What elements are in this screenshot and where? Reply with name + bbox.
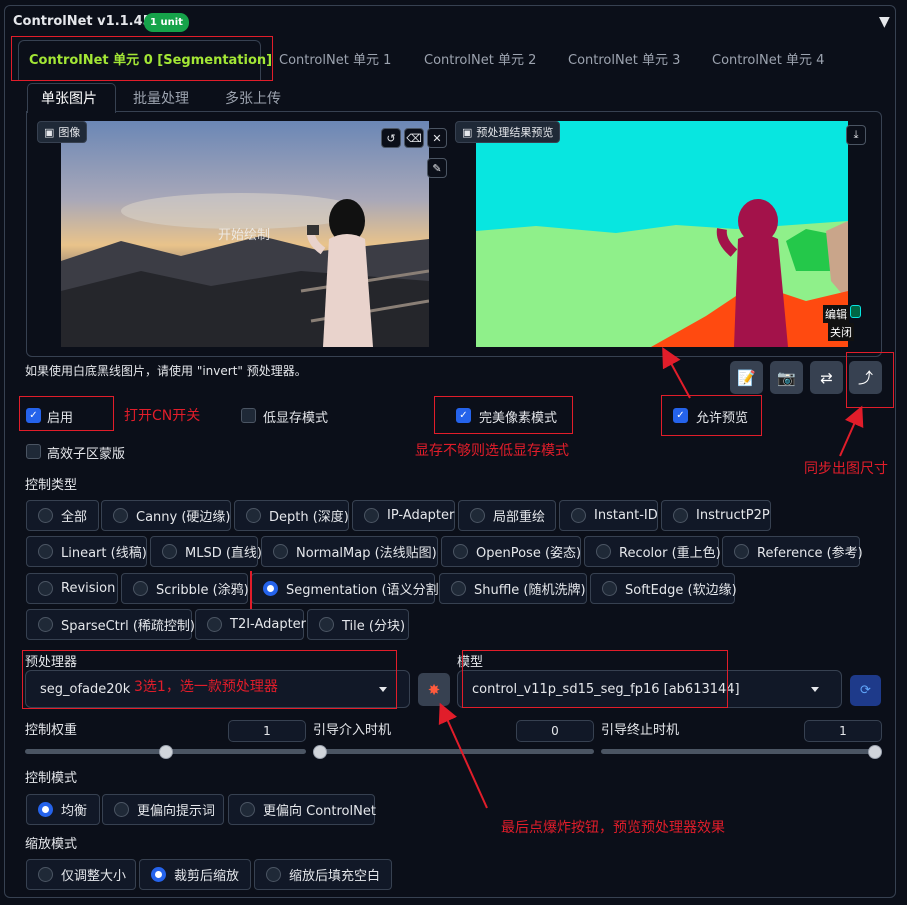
annotation-arrows [438,346,864,809]
arrow-sync [839,405,864,457]
arrow-explode [438,702,488,809]
arrow-preview [662,346,691,399]
